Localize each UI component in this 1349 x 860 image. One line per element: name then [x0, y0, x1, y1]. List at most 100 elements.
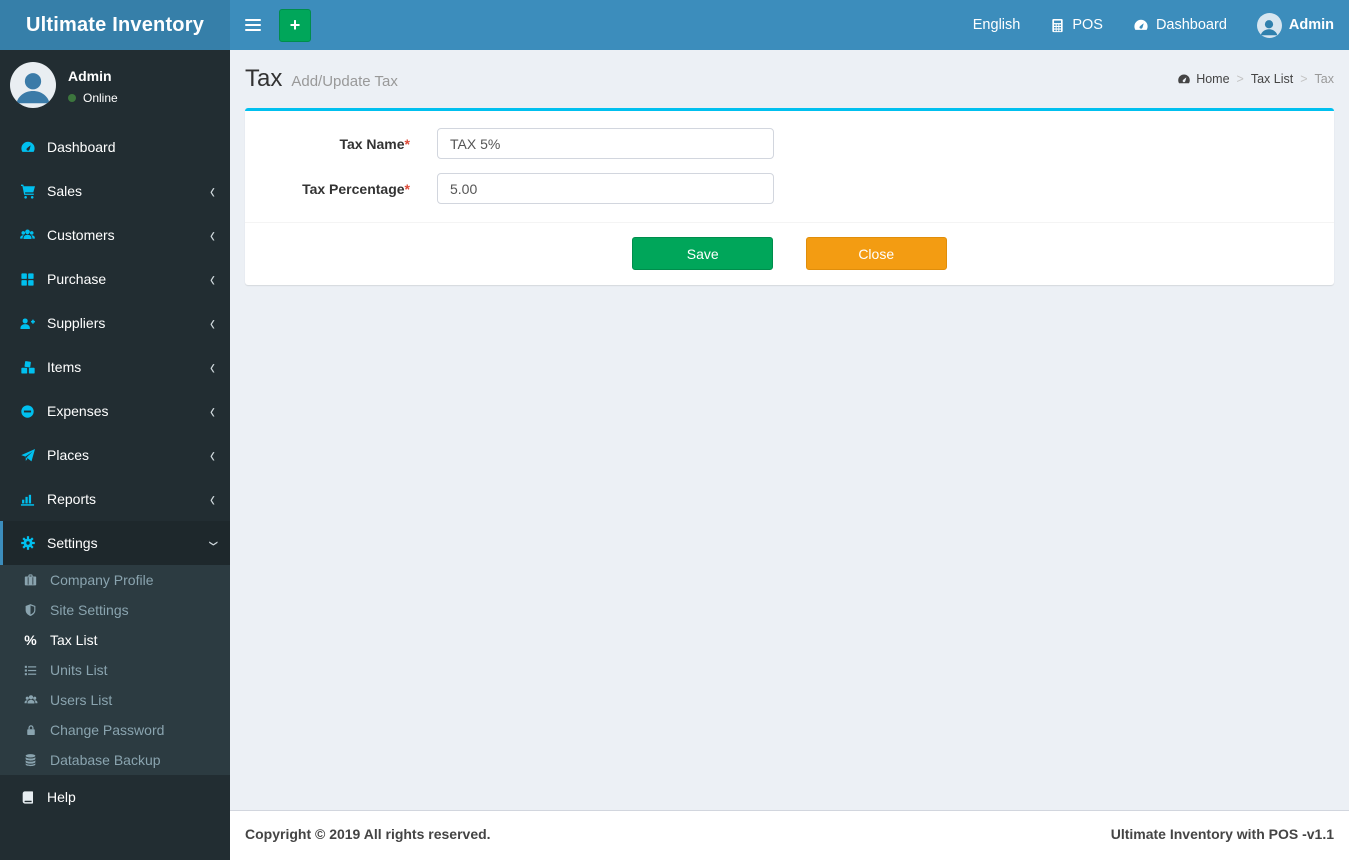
sidebar-user-status: Online: [68, 91, 118, 105]
tachometer-icon: [18, 139, 37, 155]
submenu-item-tax-list[interactable]: % Tax List: [0, 625, 230, 655]
submenu-item-units-list[interactable]: Units List: [0, 655, 230, 685]
dashboard-label: Dashboard: [1155, 17, 1227, 33]
calculator-icon: [1050, 18, 1065, 33]
sidebar: Admin Online Dashboard Sales ‹ Customers…: [0, 50, 230, 860]
nav-item-pos[interactable]: POS: [1035, 0, 1118, 50]
quick-add-button[interactable]: +: [279, 8, 311, 42]
sidebar-item-label: Help: [47, 789, 76, 805]
nav-item-dashboard[interactable]: Dashboard: [1118, 0, 1242, 50]
online-status-dot: [68, 94, 76, 102]
submenu-item-label: Tax List: [50, 632, 98, 648]
breadcrumb-separator: >: [1300, 72, 1308, 86]
sidebar-item-suppliers[interactable]: Suppliers ‹: [0, 301, 230, 345]
submenu-item-label: Users List: [50, 692, 113, 708]
content-header: Tax Add/Update Tax Home > Tax List > Tax: [230, 50, 1349, 108]
tax-name-input[interactable]: [437, 128, 774, 159]
sidebar-toggle-button[interactable]: [230, 0, 275, 50]
breadcrumb: Home > Tax List > Tax: [1177, 72, 1334, 86]
top-navbar: + English POS Dashboard Admin: [230, 0, 1349, 50]
sidebar-item-places[interactable]: Places ‹: [0, 433, 230, 477]
breadcrumb-tax-list[interactable]: Tax List: [1251, 72, 1293, 86]
nav-item-language[interactable]: English: [958, 0, 1036, 50]
tachometer-icon: [1133, 17, 1149, 33]
shield-icon: [22, 603, 39, 617]
avatar: [10, 62, 56, 108]
book-icon: [18, 790, 37, 804]
nav-item-user[interactable]: Admin: [1242, 0, 1349, 50]
user-avatar-icon: [1256, 12, 1282, 38]
breadcrumb-home[interactable]: Home: [1177, 72, 1230, 86]
footer: Copyright © 2019 All rights reserved. Ul…: [230, 810, 1349, 860]
sidebar-item-label: Places: [47, 447, 90, 463]
required-asterisk: *: [404, 180, 410, 197]
content-wrapper: Tax Add/Update Tax Home > Tax List > Tax…: [230, 0, 1349, 810]
form-row-tax-percentage: Tax Percentage*: [260, 173, 1319, 204]
sidebar-item-dashboard[interactable]: Dashboard: [0, 125, 230, 169]
percent-icon: %: [24, 632, 37, 648]
user-name-label: Admin: [1288, 17, 1334, 33]
tax-percentage-input[interactable]: [437, 173, 774, 204]
save-button[interactable]: Save: [632, 237, 774, 270]
sidebar-item-label: Customers: [47, 227, 115, 243]
sidebar-item-purchase[interactable]: Purchase ‹: [0, 257, 230, 301]
pos-label: POS: [1072, 17, 1103, 33]
sidebar-item-label: Dashboard: [47, 139, 116, 155]
grid-icon: [18, 272, 37, 287]
users-icon: [18, 227, 37, 243]
chevron-left-icon: ‹: [210, 223, 215, 247]
sidebar-item-label: Purchase: [47, 271, 107, 287]
page-subtitle: Add/Update Tax: [291, 73, 398, 90]
submenu-item-label: Change Password: [50, 722, 165, 738]
form-actions: Save Close: [245, 222, 1334, 285]
settings-submenu: Company Profile Site Settings % Tax List: [0, 565, 230, 775]
page-title: Tax: [245, 65, 283, 92]
chevron-left-icon: ‹: [210, 267, 215, 291]
sidebar-item-label: Settings: [47, 535, 98, 551]
chevron-left-icon: ‹: [210, 487, 215, 511]
tax-form-panel: Tax Name* Tax Percentage* Save Close: [245, 108, 1334, 285]
chevron-left-icon: ‹: [210, 443, 215, 467]
user-plus-icon: [18, 316, 37, 331]
cart-icon: [18, 183, 37, 199]
breadcrumb-current: Tax: [1314, 72, 1334, 86]
hamburger-icon: [244, 19, 261, 21]
sidebar-item-label: Expenses: [47, 403, 109, 419]
cubes-icon: [18, 360, 37, 375]
sidebar-item-customers[interactable]: Customers ‹: [0, 213, 230, 257]
submenu-item-change-password[interactable]: Change Password: [0, 715, 230, 745]
chevron-left-icon: ‹: [210, 311, 215, 335]
required-asterisk: *: [404, 135, 410, 152]
submenu-item-database-backup[interactable]: Database Backup: [0, 745, 230, 775]
sidebar-item-label: Sales: [47, 183, 83, 199]
version-text: Ultimate Inventory with POS -v1.1: [1110, 826, 1334, 842]
online-status-label: Online: [83, 91, 118, 105]
paper-plane-icon: [18, 448, 37, 463]
language-label: English: [972, 17, 1021, 33]
tachometer-icon: [1177, 72, 1191, 86]
sidebar-item-expenses[interactable]: Expenses ‹: [0, 389, 230, 433]
close-button[interactable]: Close: [805, 237, 947, 270]
chevron-left-icon: ‹: [210, 355, 215, 379]
chevron-down-icon: ‹: [200, 540, 225, 546]
gears-icon: [18, 535, 37, 551]
sidebar-user-panel: Admin Online: [0, 50, 230, 120]
bar-chart-icon: [18, 492, 37, 507]
sidebar-item-settings[interactable]: Settings ‹: [0, 521, 230, 565]
sidebar-item-items[interactable]: Items ‹: [0, 345, 230, 389]
sidebar-item-help[interactable]: Help: [0, 775, 230, 819]
sidebar-item-label: Suppliers: [47, 315, 106, 331]
header: Ultimate Inventory + English POS Dashboa…: [0, 0, 1349, 50]
briefcase-icon: [22, 573, 39, 587]
submenu-item-users-list[interactable]: Users List: [0, 685, 230, 715]
submenu-item-company-profile[interactable]: Company Profile: [0, 565, 230, 595]
lock-icon: [22, 723, 39, 737]
sidebar-item-sales[interactable]: Sales ‹: [0, 169, 230, 213]
sidebar-item-label: Items: [47, 359, 82, 375]
sidebar-menu: Dashboard Sales ‹ Customers ‹ Purchase ‹: [0, 125, 230, 819]
copyright-text: Copyright © 2019 All rights reserved.: [245, 826, 491, 842]
breadcrumb-separator: >: [1236, 72, 1244, 86]
app-logo[interactable]: Ultimate Inventory: [0, 0, 230, 50]
submenu-item-site-settings[interactable]: Site Settings: [0, 595, 230, 625]
sidebar-item-reports[interactable]: Reports ‹: [0, 477, 230, 521]
